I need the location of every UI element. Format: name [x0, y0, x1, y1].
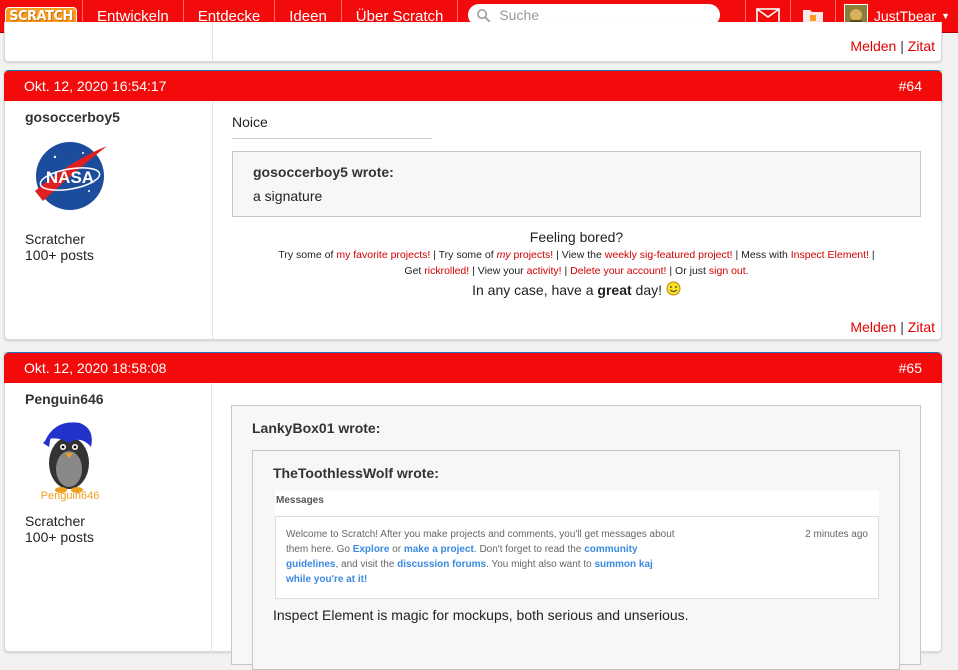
sig-text: | [561, 265, 571, 277]
user-rank: Scratcher [25, 231, 85, 247]
post-number[interactable]: #64 [899, 78, 922, 94]
post-date: Okt. 12, 2020 18:58:08 [24, 360, 167, 376]
sig-link-weekly[interactable]: weekly sig-featured project! [605, 249, 733, 261]
chevron-down-icon: ▼ [941, 11, 950, 21]
sig-text: day! [631, 282, 662, 298]
smiley-icon [666, 281, 681, 296]
post-username[interactable]: gosoccerboy5 [25, 109, 212, 125]
sig-line4: In any case, have a great day! [232, 281, 921, 298]
sig-link-inspect[interactable]: Inspect Element! [791, 249, 869, 261]
user-rank-block: Scratcher 100+ posts [25, 231, 212, 263]
message-text-part: , and visit the [335, 559, 398, 570]
post-number[interactable]: #65 [899, 360, 922, 376]
sig-text: | Or just [666, 265, 709, 277]
sig-text: In any case, have a [472, 282, 598, 298]
forum-post-65: Okt. 12, 2020 18:58:08 #65 Penguin646 Pe… [4, 352, 942, 670]
sig-text: | Mess with [732, 249, 791, 261]
forum-post-64: Okt. 12, 2020 16:54:17 #64 gosoccerboy5 … [4, 70, 942, 340]
sig-link-projects[interactable]: projects! [511, 249, 554, 261]
sig-line2: Try some of my favorite projects! | Try … [232, 247, 921, 263]
report-link[interactable]: Melden [850, 38, 896, 54]
user-avatar-nasa[interactable]: NASA [25, 131, 115, 221]
message-text-part: . You might also want to [486, 559, 595, 570]
sig-text: Try some of [278, 249, 337, 261]
quote-block: gosoccerboy5 wrote: a signature [232, 151, 921, 217]
signature-divider [232, 138, 432, 139]
quote-link[interactable]: Zitat [908, 38, 935, 54]
message-text: Welcome to Scratch! After you make proje… [286, 527, 678, 587]
sig-text: | View your [469, 265, 527, 277]
post-username[interactable]: Penguin646 [25, 391, 211, 407]
sig-link-activity[interactable]: activity! [527, 265, 562, 277]
post-header: Okt. 12, 2020 18:58:08 #65 [4, 352, 942, 383]
post-right-column: Melden | Zitat [213, 22, 941, 62]
post-actions: Melden | Zitat [850, 38, 935, 54]
quote-link[interactable]: Zitat [908, 319, 935, 335]
post-author-column: Penguin646 Penguin646 Scratcher 100+ pos… [5, 383, 212, 653]
sig-text: | View the [553, 249, 605, 261]
message-time: 2 minutes ago [805, 529, 868, 540]
quote-author: LankyBox01 wrote: [252, 420, 381, 436]
quote-text: Inspect Element is magic for mockups, bo… [273, 607, 689, 623]
signature: Feeling bored? Try some of my favorite p… [232, 229, 921, 298]
user-rank-block: Scratcher 100+ posts [25, 513, 211, 545]
quote-text: a signature [253, 188, 323, 204]
sig-line1: Feeling bored? [529, 229, 624, 245]
post-content: Noice gosoccerboy5 wrote: a signature Fe… [213, 101, 941, 339]
message-text-part: . Don't forget to read the [473, 544, 585, 555]
make-project-link[interactable]: make a project [404, 544, 474, 555]
post-header: Okt. 12, 2020 16:54:17 #64 [4, 70, 942, 101]
post-author-column: gosoccerboy5 NASA Scratcher 100+ posts [5, 101, 213, 339]
messages-header: Messages [276, 495, 324, 506]
previous-post: Melden | Zitat [4, 22, 942, 62]
sig-text: | Try some of [430, 249, 497, 261]
sig-link-signout[interactable]: sign out. [709, 265, 749, 277]
user-post-count: 100+ posts [25, 247, 94, 263]
avatar-lettering: Penguin646 [41, 490, 100, 502]
sig-link-rickrolled[interactable]: rickrolled! [424, 265, 469, 277]
user-avatar-penguin[interactable]: Penguin646 [25, 413, 115, 503]
user-rank: Scratcher [25, 513, 85, 529]
link-separator: | [900, 319, 904, 335]
search-icon [477, 8, 491, 22]
quote-author: gosoccerboy5 wrote: [253, 164, 394, 180]
sig-link-my[interactable]: my [497, 249, 511, 261]
sig-link-delete[interactable]: Delete your account! [570, 265, 666, 277]
explore-link[interactable]: Explore [353, 544, 390, 555]
sig-text: Get [404, 265, 425, 277]
quote-author: TheToothlessWolf wrote: [273, 465, 439, 481]
post-left-column [5, 22, 213, 62]
message-text-part: or [389, 544, 404, 555]
post-date: Okt. 12, 2020 16:54:17 [24, 78, 167, 94]
message-item: Welcome to Scratch! After you make proje… [275, 516, 879, 599]
post-message: Noice [232, 114, 268, 130]
avatar-lettering: NASA [46, 168, 94, 187]
inner-quote-block: TheToothlessWolf wrote: Messages Welcome… [252, 450, 900, 670]
outer-quote-block: LankyBox01 wrote: TheToothlessWolf wrote… [231, 405, 921, 670]
sig-bold-text: great [597, 282, 632, 298]
discussion-forums-link[interactable]: discussion forums [397, 559, 486, 570]
report-link[interactable]: Melden [850, 319, 896, 335]
sig-link-favorite-projects[interactable]: my favorite projects! [336, 249, 430, 261]
link-separator: | [900, 38, 904, 54]
post-actions: Melden | Zitat [850, 319, 935, 335]
sig-text: | [868, 249, 875, 261]
user-post-count: 100+ posts [25, 529, 94, 545]
post-content: LankyBox01 wrote: TheToothlessWolf wrote… [212, 383, 941, 670]
messages-panel: Messages Welcome to Scratch! After you m… [275, 491, 879, 599]
sig-line3: Get rickrolled! | View your activity! | … [232, 263, 921, 279]
